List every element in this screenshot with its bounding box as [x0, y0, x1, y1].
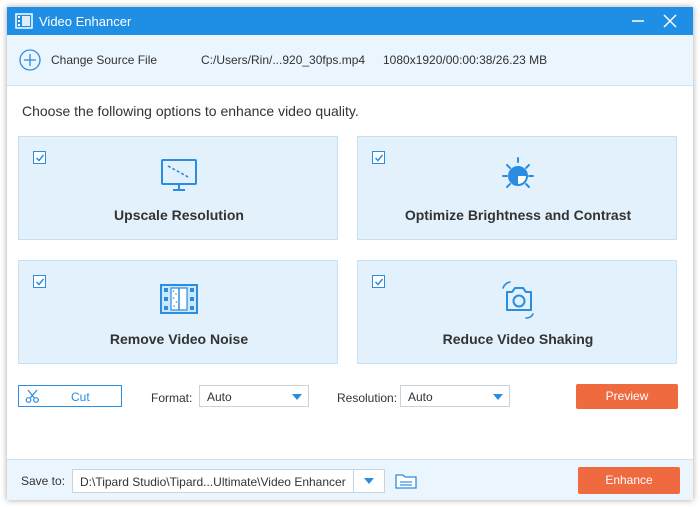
cut-label: Cut: [71, 390, 90, 404]
title-bar: Video Enhancer: [7, 7, 693, 35]
option-label: Optimize Brightness and Contrast: [404, 207, 632, 223]
save-to-label: Save to:: [21, 474, 66, 488]
resolution-select[interactable]: Auto: [400, 385, 510, 407]
option-remove-video-noise[interactable]: Remove Video Noise: [18, 260, 338, 364]
optimize-brightness-checkbox[interactable]: [372, 151, 385, 164]
option-optimize-brightness[interactable]: Optimize Brightness and Contrast: [357, 136, 677, 240]
format-label: Format:: [151, 391, 193, 405]
resolution-value: Auto: [408, 390, 433, 404]
cut-button[interactable]: Cut: [18, 385, 122, 407]
format-value: Auto: [207, 390, 232, 404]
option-label: Upscale Resolution: [114, 207, 244, 223]
instructions-text: Choose the following options to enhance …: [22, 103, 359, 119]
chevron-down-icon: [292, 394, 302, 400]
folder-icon[interactable]: [395, 473, 417, 489]
upscale-resolution-checkbox[interactable]: [33, 151, 46, 164]
option-label: Reduce Video Shaking: [442, 331, 594, 347]
plus-circle-icon[interactable]: [19, 49, 41, 71]
checkmark-icon: [374, 154, 384, 162]
option-reduce-video-shaking[interactable]: Reduce Video Shaking: [357, 260, 677, 364]
checkmark-icon: [35, 278, 45, 286]
close-icon[interactable]: [659, 11, 681, 31]
chevron-down-icon: [364, 478, 374, 484]
save-bar: Save to: D:\Tipard Studio\Tipard...Ultim…: [7, 459, 693, 500]
camera-shake-icon: [502, 281, 534, 319]
film-denoise-icon: [160, 284, 198, 314]
option-upscale-resolution[interactable]: Upscale Resolution: [18, 136, 338, 240]
reduce-video-shaking-checkbox[interactable]: [372, 275, 385, 288]
monitor-icon: [161, 159, 197, 191]
source-file-info: 1080x1920/00:00:38/26.23 MB: [383, 53, 548, 67]
save-path-value: D:\Tipard Studio\Tipard...Ultimate\Video…: [80, 475, 346, 489]
enhance-button[interactable]: Enhance: [578, 467, 680, 494]
video-enhancer-window: Video Enhancer Change Source File C:/Use…: [7, 7, 693, 500]
source-file-path: C:/Users/Rin/...920_30fps.mp4: [201, 53, 366, 67]
checkmark-icon: [374, 278, 384, 286]
brightness-icon: [502, 157, 534, 188]
option-label: Remove Video Noise: [109, 331, 249, 347]
chevron-down-icon: [493, 394, 503, 400]
film-strip-icon: [15, 13, 33, 29]
save-path-dropdown[interactable]: [353, 470, 384, 492]
format-select[interactable]: Auto: [199, 385, 309, 407]
change-source-file-button[interactable]: Change Source File: [51, 53, 157, 67]
checkmark-icon: [35, 154, 45, 162]
minimize-icon[interactable]: [627, 11, 649, 31]
resolution-label: Resolution:: [337, 391, 398, 405]
scissors-icon: [25, 389, 39, 403]
preview-button[interactable]: Preview: [576, 384, 678, 409]
source-file-bar: Change Source File C:/Users/Rin/...920_3…: [7, 35, 693, 86]
save-path-field[interactable]: D:\Tipard Studio\Tipard...Ultimate\Video…: [72, 469, 385, 493]
remove-video-noise-checkbox[interactable]: [33, 275, 46, 288]
window-title: Video Enhancer: [39, 14, 132, 29]
